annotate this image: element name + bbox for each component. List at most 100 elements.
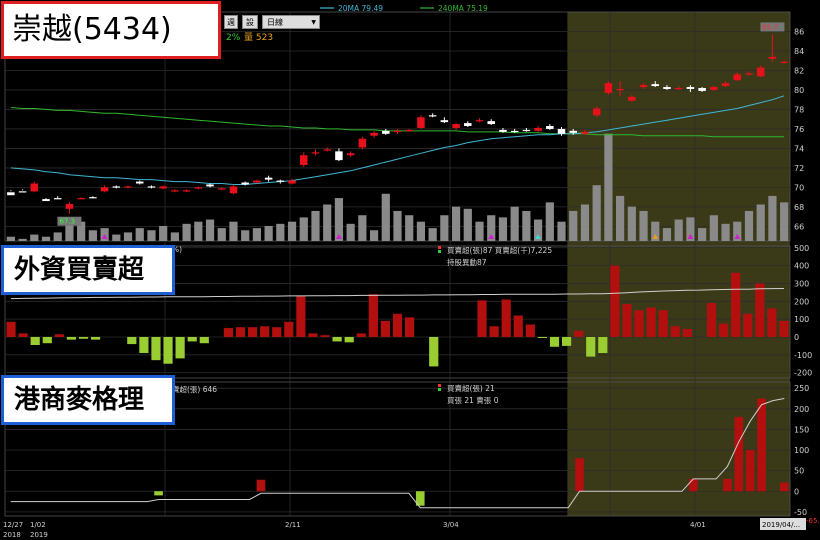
foreign-bar [356,333,366,337]
price-tick-label: 66 [794,222,804,231]
foreign-bar [501,299,511,337]
volume-bar [159,225,168,241]
candle-body [710,87,718,90]
candle-body [768,56,777,59]
volume-bar [217,228,226,241]
volume-bar [194,221,203,241]
volume-bar [522,210,531,241]
volume-bar [405,215,414,241]
foreign-bar [670,326,680,337]
volume-bar [369,230,379,241]
candle-body [89,197,97,199]
candle-body [65,203,74,209]
candle-body [440,120,449,123]
settings-button[interactable]: 設 [242,15,258,29]
hk-bar [745,450,755,492]
foreign-bar [392,313,403,337]
candle-body [358,138,367,148]
candle-body [686,87,695,89]
foreign-bar [755,283,765,337]
hk-bar [256,479,266,492]
foreign-bar [429,336,439,367]
foreign-bar [380,320,391,337]
candle-body [628,96,636,101]
candle-body [674,88,683,90]
candle-body [206,184,214,187]
high-price-label: 85.7 [762,23,778,31]
volume-bar [41,236,51,241]
foreign-bar [139,336,149,354]
week-button[interactable]: 週 [224,15,238,29]
foreign-bar [706,303,717,337]
candle-body [557,128,566,134]
candle-body [663,87,671,89]
foreign-bar [743,313,753,337]
candle-body [30,183,39,192]
hk-tick-label: 0 [794,487,799,496]
hk-tick-label: 200 [794,405,809,414]
foreign-bar [646,307,656,337]
candle-body [253,180,261,183]
candle-body [393,130,402,133]
foreign-bar [404,317,415,337]
volume-bar [241,230,250,241]
volume-bar [557,221,566,241]
volume-bar [358,215,367,241]
hk-bar [757,398,766,492]
foreign-bar [658,310,668,337]
candle-body [698,88,706,91]
foreign-tick-label: 300 [794,279,809,288]
volume-bar [346,223,355,241]
candle-body [370,132,378,136]
volume-info-label: 量 523 [244,32,273,43]
hk-bar [688,478,698,492]
hk-tick-label: -50 [794,508,807,517]
hk-info-cut: 賣超(張) 646 [172,384,217,394]
foreign-info-line1: 買賣超(張)87 買賣超(千)7,225 [447,245,552,255]
foreign-tick-label: 0 [794,333,799,342]
foreign-bar [187,336,197,342]
stock-title: 崇越(5434) [1,1,221,59]
foreign-bar [308,333,318,337]
price-tick-label: 82 [794,66,804,75]
price-tick-label: 80 [794,86,804,95]
volume-bar [756,204,765,241]
hk-tick-label: 100 [794,446,809,455]
candle-body [581,131,589,134]
volume-bar [463,208,472,241]
price-tick-label: 84 [794,47,804,56]
candle-body [604,83,613,93]
volume-bar [147,230,156,241]
candle-body [780,61,788,63]
foreign-tick-label: -200 [794,369,812,378]
foreign-bar [260,326,270,337]
foreign-bar [718,323,729,337]
candle-body [745,73,753,75]
x-date-label: 2/11 [285,521,301,529]
x-date-label: 12/27 [3,521,23,529]
volume-bar [698,228,707,241]
candle-body [182,190,191,192]
foreign-bar [90,336,101,340]
foreign-bar [561,336,572,346]
candle-body [382,130,390,134]
hk-info-line1: 買賣超(張) 21 [447,383,495,393]
period-select[interactable]: 日線 ▼ [262,15,320,29]
foreign-bar [489,326,499,337]
volume-bar [311,210,320,241]
foreign-bar [344,336,354,343]
volume-bar [112,234,121,241]
volume-bar [30,234,39,241]
volume-bar [323,204,332,241]
foreign-bar [368,294,378,337]
foreign-bar [42,336,52,344]
candle-body [124,186,132,188]
volume-bar [170,232,179,241]
x-year-label: 2019 [30,531,48,539]
volume-bar [123,232,133,241]
price-tick-label: 78 [794,105,804,114]
foreign-bar [586,336,596,357]
price-tick-label: 72 [794,164,804,173]
candle-body [335,151,343,161]
price-tick-label: 86 [794,27,804,36]
